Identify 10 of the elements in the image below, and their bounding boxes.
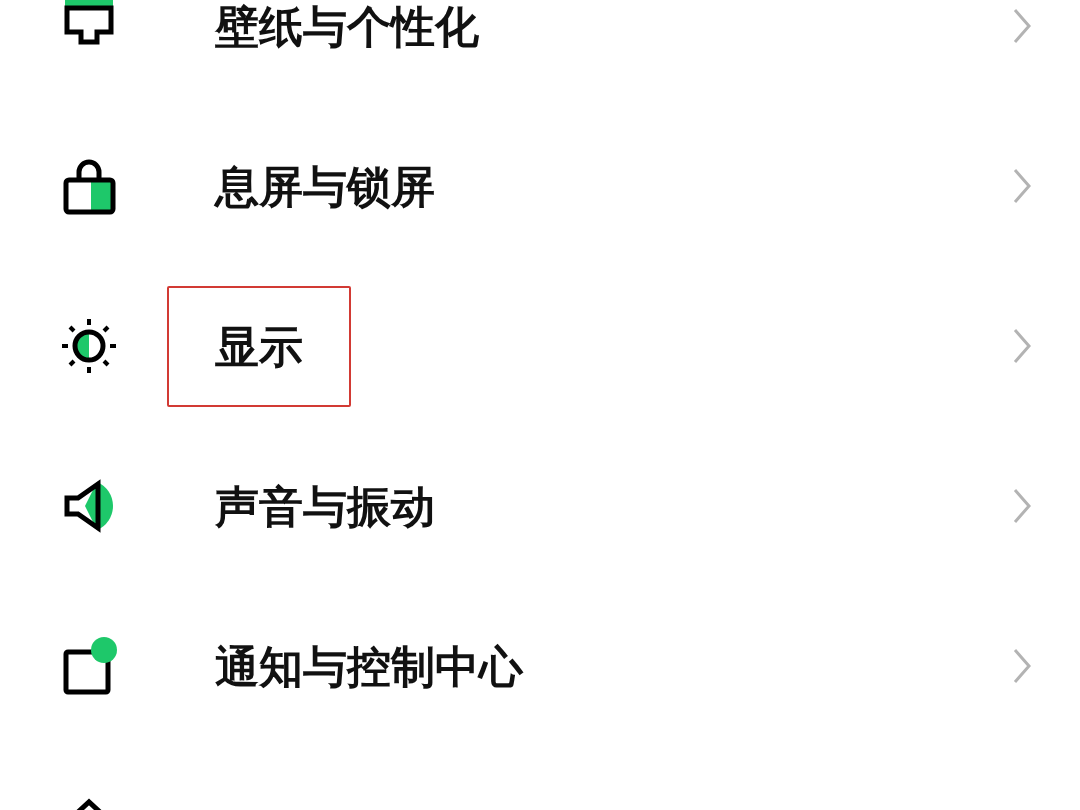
chevron-right-icon bbox=[1012, 168, 1032, 204]
chevron-right-icon bbox=[1012, 648, 1032, 684]
chevron-right-icon bbox=[1012, 8, 1032, 44]
setting-label[interactable]: 壁纸与个性化 bbox=[167, 0, 527, 87]
setting-label[interactable]: 通知与控制中心 bbox=[167, 605, 571, 727]
chevron-right-icon bbox=[1012, 488, 1032, 524]
setting-label[interactable]: 声音与振动 bbox=[167, 445, 483, 567]
highlighted-setting-label[interactable]: 显示 bbox=[167, 285, 351, 407]
chevron-right-icon bbox=[1012, 328, 1032, 364]
setting-label[interactable]: 息屏与锁屏 bbox=[167, 125, 483, 247]
